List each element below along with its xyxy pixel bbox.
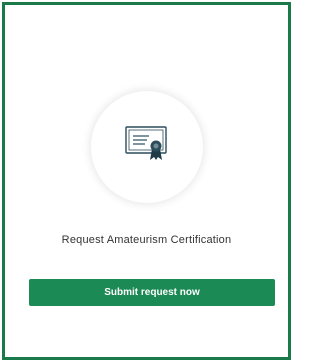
- certificate-icon: [125, 126, 167, 160]
- certificate-icon-circle: [91, 91, 203, 203]
- card-title: Request Amateurism Certification: [61, 234, 232, 246]
- submit-request-button[interactable]: Submit request now: [29, 279, 275, 306]
- certification-card: Request Amateurism Certification Submit …: [2, 2, 291, 360]
